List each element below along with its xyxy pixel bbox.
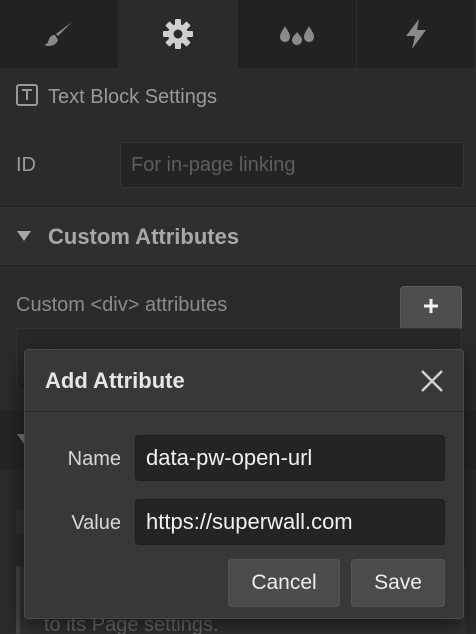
cancel-button[interactable]: Cancel [228,559,340,607]
plus-icon [422,297,440,320]
custom-div-attributes-label: Custom <div> attributes [16,294,228,316]
add-attribute-button[interactable] [400,286,462,330]
value-field[interactable] [135,499,445,545]
modal-header: Add Attribute [25,350,463,412]
tab-interactions[interactable] [357,0,476,68]
caret-down-icon [16,229,32,248]
tab-settings[interactable] [119,0,238,68]
settings-header: Text Block Settings [16,80,217,114]
modal-title: Add Attribute [45,368,185,393]
save-button[interactable]: Save [351,559,445,607]
close-icon[interactable] [419,368,445,394]
custom-attributes-header[interactable]: Custom Attributes [0,206,476,266]
add-attribute-modal: Add Attribute Name Value Cancel Save [24,349,464,619]
settings-title: Text Block Settings [48,85,217,108]
tab-style[interactable] [0,0,119,68]
drops-icon [279,22,315,46]
panel-tab-bar [0,0,476,68]
gear-icon [161,17,195,51]
custom-attributes-title: Custom Attributes [48,224,240,249]
lightning-icon [404,19,428,49]
value-label: Value [71,512,121,534]
brush-icon [44,21,74,47]
name-label: Name [67,448,121,470]
id-label: ID [16,154,36,176]
name-field[interactable] [135,435,445,481]
tab-style-manager[interactable] [238,0,357,68]
text-block-icon [16,83,38,111]
id-input[interactable] [120,142,464,188]
id-row: ID [0,136,476,196]
